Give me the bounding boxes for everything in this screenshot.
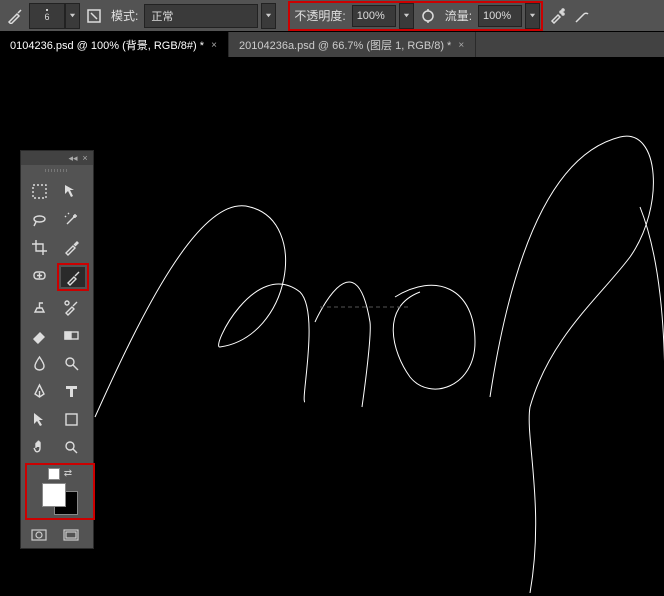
default-colors-icon[interactable]: [48, 468, 60, 480]
swap-colors-icon[interactable]: ⇄: [64, 468, 72, 480]
brush-tool[interactable]: [61, 267, 85, 287]
mode-dropdown-arrow[interactable]: [261, 3, 276, 29]
swatches-highlight: ⇄: [25, 463, 95, 520]
tab-title: 20104236a.psd @ 66.7% (图层 1, RGB/8) *: [239, 37, 451, 53]
path-selection-tool[interactable]: [25, 407, 53, 431]
hand-tool[interactable]: [25, 435, 53, 459]
close-icon[interactable]: ×: [81, 154, 89, 162]
panel-grip[interactable]: [21, 165, 93, 175]
tab-title: 0104236.psd @ 100% (背景, RGB/8#) *: [10, 37, 204, 53]
magic-wand-tool[interactable]: [57, 207, 85, 231]
mode-label: 模式:: [111, 7, 138, 24]
shape-tool[interactable]: [57, 407, 85, 431]
marquee-tool[interactable]: [25, 179, 53, 203]
eyedropper-tool[interactable]: [57, 235, 85, 259]
flow-input[interactable]: 100%: [478, 5, 522, 27]
type-tool[interactable]: [57, 379, 85, 403]
blur-tool[interactable]: [25, 351, 53, 375]
flow-value: 100%: [483, 10, 511, 22]
blend-mode-value: 正常: [151, 8, 173, 24]
canvas-area[interactable]: [0, 57, 664, 593]
move-tool[interactable]: [57, 179, 85, 203]
collapse-icon[interactable]: ◂◂: [69, 154, 77, 162]
brush-preview: 6: [29, 3, 65, 29]
opacity-label: 不透明度:: [294, 7, 345, 24]
panel-header: ◂◂ ×: [21, 151, 93, 165]
tablet-pressure-opacity-icon[interactable]: [417, 5, 439, 27]
history-brush-tool[interactable]: [57, 295, 85, 319]
eraser-tool[interactable]: [25, 323, 53, 347]
lasso-tool[interactable]: [25, 207, 53, 231]
brush-size-label: 6: [44, 12, 49, 22]
pen-tool[interactable]: [25, 379, 53, 403]
opacity-value: 100%: [357, 10, 385, 22]
canvas-artwork: [0, 57, 664, 593]
screen-mode-icon[interactable]: [57, 526, 85, 544]
crop-tool[interactable]: [25, 235, 53, 259]
tablet-pressure-size-icon[interactable]: [571, 5, 593, 27]
document-tab-1[interactable]: 0104236.psd @ 100% (背景, RGB/8#) * ×: [0, 32, 229, 58]
tools-panel: ◂◂ ×: [20, 150, 94, 549]
zoom-tool[interactable]: [57, 435, 85, 459]
close-icon[interactable]: ×: [457, 41, 465, 49]
gradient-tool[interactable]: [57, 323, 85, 347]
document-tab-bar: 0104236.psd @ 100% (背景, RGB/8#) * × 2010…: [0, 32, 664, 59]
tool-icon-brush: [4, 5, 26, 27]
opacity-dropdown-arrow[interactable]: [399, 3, 414, 29]
brush-dropdown-arrow[interactable]: [65, 3, 80, 29]
brush-tool-highlight: [57, 263, 89, 291]
dodge-tool[interactable]: [57, 351, 85, 375]
brush-preset-picker[interactable]: 6: [29, 3, 80, 29]
clone-stamp-tool[interactable]: [25, 295, 53, 319]
quick-mask-icon[interactable]: [25, 526, 53, 544]
opacity-flow-highlight: 不透明度: 100% 流量: 100%: [288, 1, 543, 31]
close-icon[interactable]: ×: [210, 41, 218, 49]
color-swatches[interactable]: [42, 483, 78, 515]
blend-mode-select[interactable]: 正常: [144, 4, 258, 28]
foreground-swatch[interactable]: [42, 483, 66, 507]
opacity-input[interactable]: 100%: [352, 5, 396, 27]
healing-brush-tool[interactable]: [25, 263, 53, 287]
flow-dropdown-arrow[interactable]: [525, 3, 540, 29]
airbrush-icon[interactable]: [546, 5, 568, 27]
options-bar: 6 模式: 正常 不透明度: 100% 流量: 100%: [0, 0, 664, 32]
flow-label: 流量:: [445, 7, 472, 24]
document-tab-2[interactable]: 20104236a.psd @ 66.7% (图层 1, RGB/8) * ×: [229, 32, 476, 58]
brush-panel-toggle-icon[interactable]: [83, 5, 105, 27]
